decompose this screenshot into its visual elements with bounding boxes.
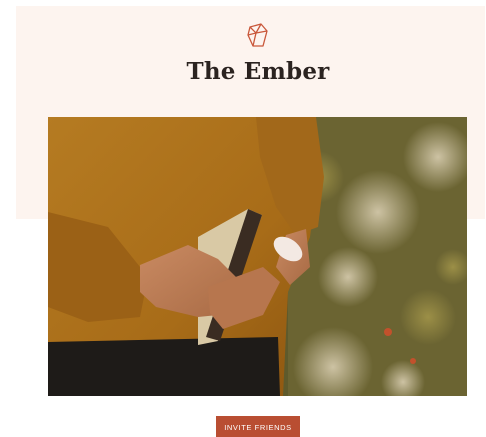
person-holding-book-photo: [48, 117, 467, 396]
newsletter-page: The Ember INVITE FRIENDS: [0, 0, 486, 437]
gem-icon: [247, 23, 268, 47]
hero-photo: [48, 117, 467, 396]
invite-friends-button[interactable]: INVITE FRIENDS: [216, 416, 300, 437]
page-title: The Ember: [186, 58, 330, 85]
